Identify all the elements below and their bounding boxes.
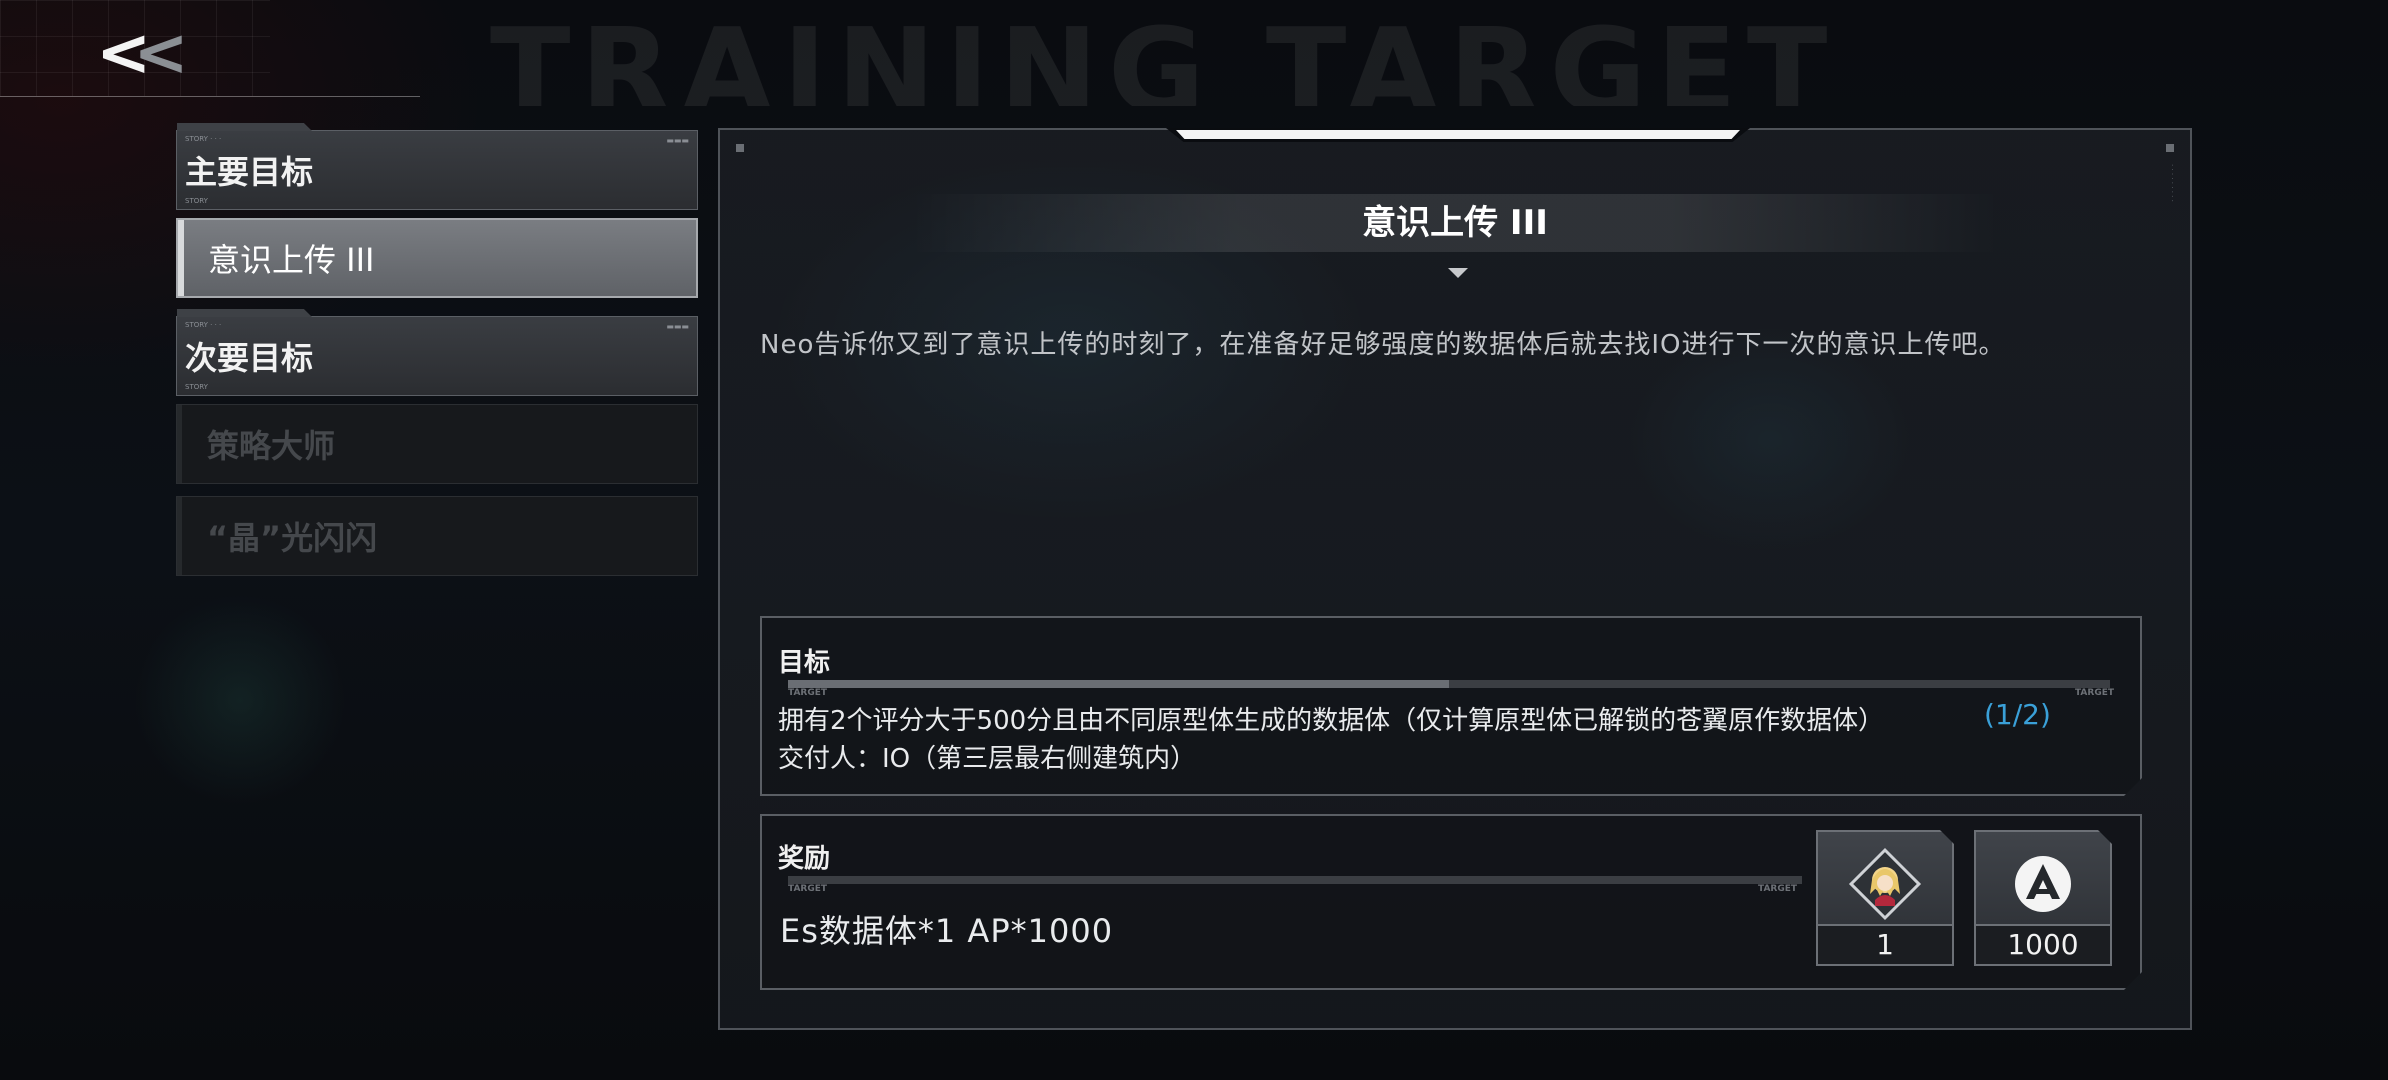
target-progress-fill [788,680,1449,688]
mission-detail-panel: · · · · · · · · · 意识上传 III Neo告诉你又到了意识上传… [718,128,2192,1030]
reward-item-card[interactable]: 1 [1816,830,1954,966]
category-micro-label: STORY [185,383,208,391]
header-divider [0,96,420,97]
reward-label: 奖励 [778,844,831,874]
panel-top-highlight [1176,130,1740,139]
sidebar-category-main[interactable]: STORY · · · ▬▬▬ 主要目标 STORY [176,130,698,210]
sidebar-item-strategy-master[interactable]: 策略大师 [176,404,698,484]
back-chevron-icon: < [96,14,151,91]
reward-item-card[interactable]: 1000 [1974,830,2112,966]
sidebar-item-label: 策略大师 [207,427,336,465]
category-micro-label: STORY · · · [185,321,222,329]
reward-summary: Es数据体*1 AP*1000 [780,912,1114,950]
sidebar-item-label: 主要目标 [185,153,314,191]
category-ticks: ▬▬▬ [666,136,689,145]
mission-description: Neo告诉你又到了意识上传的时刻了，在准备好足够强度的数据体后就去找IO进行下一… [760,330,2006,360]
mission-title: 意识上传 III [1362,203,1548,243]
reward-micro-left: TARGET [788,884,828,894]
sidebar-category-secondary[interactable]: STORY · · · ▬▬▬ 次要目标 STORY [176,316,698,396]
back-button[interactable]: << [96,18,206,88]
reward-item-count: 1000 [1976,924,2110,964]
sidebar-item-crystal-sparkle[interactable]: “晶”光闪闪 [176,496,698,576]
reward-divider-bar [788,876,1802,884]
category-micro-label: STORY · · · [185,135,222,143]
target-giver: 交付人：IO（第三层最右侧建筑内） [778,744,1197,774]
sidebar-item-label: “晶”光闪闪 [207,519,378,557]
reward-micro-right: TARGET [1758,884,1798,894]
target-count: (1/2) [1984,698,2051,731]
target-micro-right: TARGET [2074,688,2114,698]
reward-section: 奖励 TARGET TARGET Es数据体*1 AP*1000 1 1000 [760,814,2142,990]
target-section: 目标 TARGET TARGET 拥有2个评分大于500分且由不同原型体生成的数… [760,616,2142,796]
character-portrait-icon [1818,840,1952,928]
reward-item-count: 1 [1818,924,1952,964]
sidebar-item-consciousness-upload-3[interactable]: 意识上传 III [176,218,698,298]
back-chevron-icon: < [133,14,188,91]
sidebar-item-label: 次要目标 [185,339,314,377]
target-micro-left: TARGET [788,688,828,698]
corner-marker [736,144,744,152]
corner-marker [2166,144,2174,152]
sidebar-item-label: 意识上传 III [208,241,375,279]
item-indicator [177,405,182,483]
category-ticks: ▬▬▬ [666,322,689,331]
caret-down-icon [1448,268,1468,278]
category-micro-label: STORY [185,197,208,205]
target-requirement: 拥有2个评分大于500分且由不同原型体生成的数据体（仅计算原型体已解锁的苍翼原作… [778,706,1885,736]
target-progress-bar [788,680,2110,688]
item-indicator [177,497,182,575]
selected-indicator [178,220,184,296]
target-label: 目标 [778,648,831,678]
header-watermark: TRAINING TARGET [490,2,1838,106]
ap-currency-icon [1976,840,2110,928]
